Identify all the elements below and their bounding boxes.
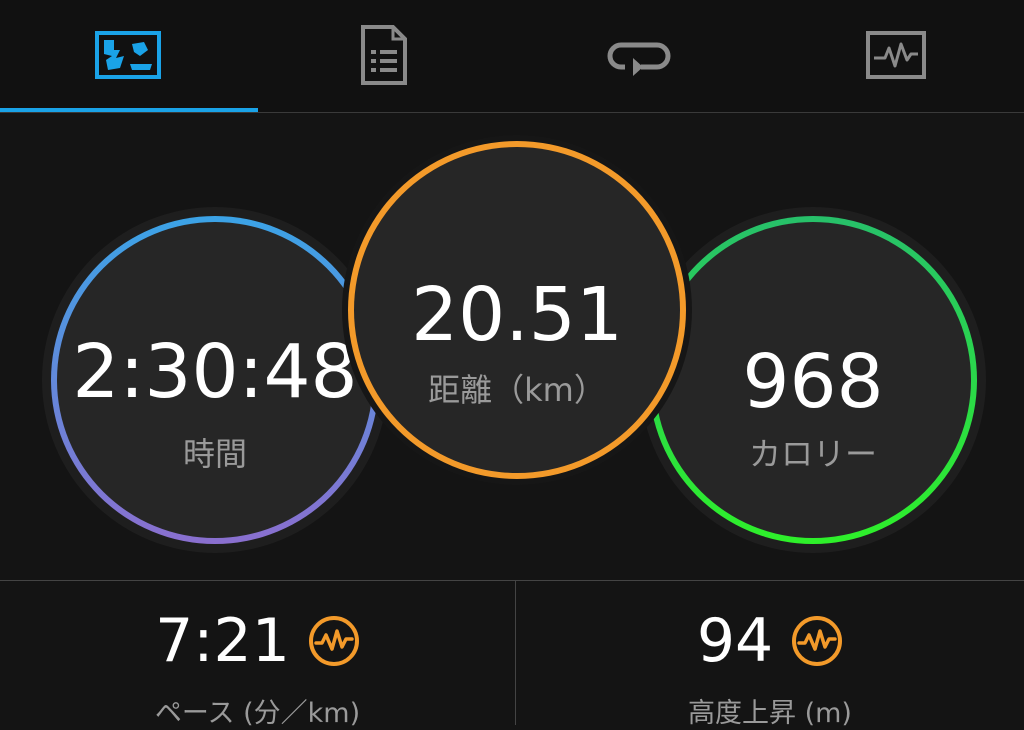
pace-stat[interactable]: 7:21 ペース (分／km) [0,581,515,729]
distance-label: 距離（km） [428,371,606,409]
tab-overview[interactable] [0,0,256,110]
pace-label: ペース (分／km) [154,698,361,729]
laps-loop-icon [607,42,671,76]
time-value: 2:30:48 [72,329,358,415]
elevation-value: 94 [696,606,774,676]
time-label: 時間 [182,435,247,473]
tab-stats[interactable] [256,0,512,110]
chart-monitor-icon [866,31,926,79]
distance-value: 20.51 [411,272,623,358]
pace-value: 7:21 [155,606,290,676]
tab-bar [0,0,1024,113]
stats-document-icon [361,25,407,85]
calories-label: カロリー [748,435,877,473]
summary-rings: 2:30:48 時間 968 カロリー 20.51 距離（km） [0,113,1024,580]
tab-laps[interactable] [512,0,768,110]
time-ring: 2:30:48 時間 [42,207,388,553]
activity-map-icon [95,31,161,79]
tab-charts[interactable] [768,0,1024,110]
pulse-chart-icon[interactable] [791,615,843,667]
distance-ring: 20.51 距離（km） [342,135,692,485]
elevation-label: 高度上昇 (m) [688,698,852,729]
elevation-stat[interactable]: 94 高度上昇 (m) [516,581,1024,729]
pulse-chart-icon[interactable] [308,615,360,667]
